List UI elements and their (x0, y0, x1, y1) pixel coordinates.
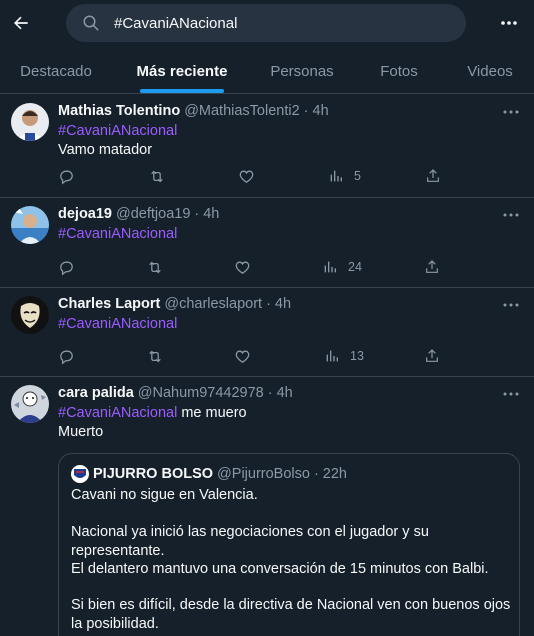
author-handle[interactable]: @MathiasTolenti2 (184, 103, 299, 119)
like-icon[interactable] (234, 346, 251, 366)
tab-label: Personas (270, 63, 334, 80)
tweet-text: #CavaniANacional (58, 225, 518, 244)
tweet-text: #CavaniANacional (58, 315, 518, 334)
tab-personas[interactable]: Personas (252, 50, 352, 93)
tab-label: Videos (467, 63, 513, 80)
tab-videos[interactable]: Videos (446, 50, 534, 93)
retweet-icon[interactable] (148, 166, 166, 186)
avatar[interactable] (11, 296, 49, 334)
author-name[interactable]: cara palida (58, 385, 134, 401)
like-icon[interactable] (238, 166, 255, 186)
tweet[interactable]: dejoa19 @deftjoa19 · 4h #CavaniANacional… (0, 198, 534, 288)
share-icon[interactable] (424, 257, 440, 277)
search-box[interactable] (66, 4, 466, 42)
share-icon[interactable] (424, 346, 440, 366)
search-tabs: Destacado Más reciente Personas Fotos Vi… (0, 50, 534, 94)
timestamp[interactable]: 4h (275, 296, 291, 312)
reply-icon[interactable] (58, 257, 75, 277)
hashtag-link[interactable]: #CavaniANacional (58, 316, 177, 332)
tweet-text-rest: me muero (177, 405, 247, 421)
views-count: 24 (348, 260, 362, 274)
author-handle[interactable]: @deftjoa19 (116, 206, 190, 222)
views-button[interactable]: 24 (322, 257, 362, 277)
reply-icon[interactable] (58, 346, 75, 366)
tweet[interactable]: cara palida @Nahum97442978 · 4h #CavaniA… (0, 377, 534, 636)
avatar[interactable] (11, 103, 49, 141)
author-handle[interactable]: @charleslaport (164, 296, 262, 312)
author-name[interactable]: Charles Laport (58, 296, 160, 312)
tweet-more-icon[interactable] (498, 385, 524, 403)
separator-dot: · (194, 206, 200, 222)
tweet-text-line: Vamo matador (58, 142, 153, 158)
tweet[interactable]: Mathias Tolentino @MathiasTolenti2 · 4h … (0, 95, 534, 198)
tweet-text-line: Muerto (58, 424, 104, 440)
tab-destacado[interactable]: Destacado (0, 50, 112, 93)
retweet-icon[interactable] (146, 346, 164, 366)
quoted-timestamp[interactable]: 22h (323, 466, 347, 482)
tweet-more-icon[interactable] (498, 206, 524, 224)
separator-dot: · (303, 103, 309, 119)
author-name[interactable]: Mathias Tolentino (58, 103, 180, 119)
views-icon (324, 348, 340, 364)
tweet-text: #CavaniANacional Vamo matador (58, 122, 518, 160)
more-options-icon[interactable] (495, 10, 523, 36)
timestamp[interactable]: 4h (203, 206, 219, 222)
avatar[interactable] (11, 206, 49, 244)
tweet-more-icon[interactable] (498, 296, 524, 314)
views-button[interactable]: 13 (324, 346, 364, 366)
separator-dot: · (313, 466, 319, 482)
share-icon[interactable] (425, 166, 441, 186)
quoted-paragraph: El delantero mantuvo una conversación de… (71, 561, 489, 577)
timestamp[interactable]: 4h (313, 103, 329, 119)
tweet-text: #CavaniANacional me muero Muerto (58, 404, 518, 442)
like-icon[interactable] (234, 257, 251, 277)
tweet-actions: 24 (58, 257, 458, 277)
top-bar (0, 0, 534, 46)
reply-icon[interactable] (58, 166, 75, 186)
tab-fotos[interactable]: Fotos (352, 50, 446, 93)
views-count: 13 (350, 349, 364, 363)
views-button[interactable]: 5 (328, 166, 361, 186)
tab-mas-reciente[interactable]: Más reciente (112, 50, 252, 93)
search-icon (83, 15, 99, 31)
tab-label: Más reciente (136, 63, 228, 80)
tweet-actions: 13 (58, 346, 458, 366)
quoted-tweet[interactable]: PIJURRO BOLSO @PijurroBolso · 22h Cavani… (58, 453, 520, 636)
quoted-author-name[interactable]: PIJURRO BOLSO (93, 466, 213, 482)
tab-label: Destacado (20, 63, 92, 80)
views-icon (322, 259, 338, 275)
views-icon (328, 168, 344, 184)
hashtag-link[interactable]: #CavaniANacional (58, 226, 177, 242)
author-handle[interactable]: @Nahum97442978 (138, 385, 264, 401)
quoted-paragraph: Si bien es difícil, desde la directiva d… (71, 597, 511, 632)
separator-dot: · (267, 385, 273, 401)
retweet-icon[interactable] (146, 257, 164, 277)
active-tab-indicator (140, 89, 224, 93)
author-name[interactable]: dejoa19 (58, 206, 112, 222)
views-count: 5 (354, 169, 361, 183)
tweet-more-icon[interactable] (498, 103, 524, 121)
tweet[interactable]: Charles Laport @charleslaport · 4h #Cava… (0, 288, 534, 377)
hashtag-link[interactable]: #CavaniANacional (58, 123, 177, 139)
quoted-author-handle[interactable]: @PijurroBolso (217, 466, 310, 482)
tab-label: Fotos (380, 63, 418, 80)
back-arrow-icon[interactable] (6, 8, 36, 38)
tweet-actions: 5 (58, 166, 458, 186)
timestamp[interactable]: 4h (277, 385, 293, 401)
avatar[interactable] (11, 385, 49, 423)
separator-dot: · (266, 296, 271, 312)
quoted-paragraph: Nacional ya inició las negociaciones con… (71, 524, 429, 559)
quoted-paragraph: Cavani no sigue en Valencia. (71, 487, 258, 503)
hashtag-link[interactable]: #CavaniANacional (58, 405, 177, 421)
search-input[interactable] (114, 14, 414, 32)
quoted-avatar[interactable] (71, 465, 89, 483)
